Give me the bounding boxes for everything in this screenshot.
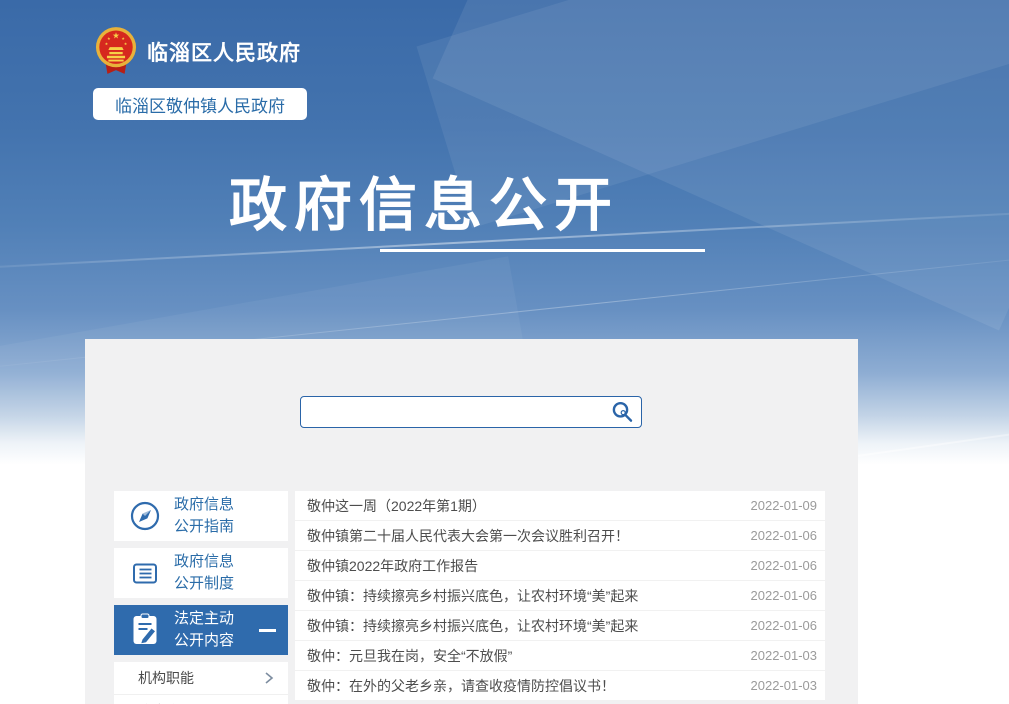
news-row[interactable]: 敬仲镇2022年政府工作报告 2022-01-06 [295, 551, 825, 581]
news-date: 2022-01-03 [751, 678, 818, 693]
sidebar-item-label: 法定主动 公开内容 [174, 608, 234, 652]
news-row[interactable]: 敬仲镇：持续擦亮乡村振兴底色，让农村环境“美”起来 2022-01-06 [295, 581, 825, 611]
sidebar-item-disclosure-system[interactable]: 政府信息 公开制度 [114, 548, 288, 598]
sidebar-item-label: 政府信息 公开指南 [174, 494, 234, 538]
news-title: 敬仲：元旦我在岗，安全“不放假” [307, 646, 512, 666]
news-date: 2022-01-06 [751, 588, 818, 603]
search-button[interactable] [603, 397, 641, 427]
label-line: 法定主动 [174, 610, 234, 627]
label-line: 公开制度 [174, 575, 234, 592]
news-row[interactable]: 敬仲：在外的父老乡亲，请查收疫情防控倡议书！ 2022-01-03 [295, 671, 825, 701]
collapse-minus-icon [259, 629, 276, 632]
news-title: 敬仲镇：持续擦亮乡村振兴底色，让农村环境“美”起来 [307, 586, 638, 606]
news-title: 敬仲镇：持续擦亮乡村振兴底色，让农村环境“美”起来 [307, 616, 638, 636]
label-line: 政府信息 [174, 496, 234, 513]
document-list-icon [128, 558, 162, 588]
submenu-item-org-functions[interactable]: 机构职能 [114, 662, 288, 695]
content-card: 政府信息 公开指南 政府信息 公开制度 [85, 339, 858, 704]
news-row[interactable]: 敬仲镇：持续擦亮乡村振兴底色，让农村环境“美”起来 2022-01-06 [295, 611, 825, 641]
news-list: 敬仲这一周（2022年第1期） 2022-01-09 敬仲镇第二十届人民代表大会… [295, 491, 825, 701]
compass-icon [128, 500, 162, 532]
sidebar-item-label: 政府信息 公开制度 [174, 551, 234, 595]
sidebar-submenu: 机构职能 政府会议 [114, 662, 288, 704]
news-title: 敬仲镇2022年政府工作报告 [307, 556, 478, 576]
news-row[interactable]: 敬仲这一周（2022年第1期） 2022-01-09 [295, 491, 825, 521]
label-line: 公开内容 [174, 632, 234, 649]
sidebar: 政府信息 公开指南 政府信息 公开制度 [114, 491, 288, 704]
sidebar-item-disclosure-guide[interactable]: 政府信息 公开指南 [114, 491, 288, 541]
news-row[interactable]: 敬仲镇第二十届人民代表大会第一次会议胜利召开！ 2022-01-06 [295, 521, 825, 551]
news-date: 2022-01-06 [751, 618, 818, 633]
clipboard-pen-icon [128, 613, 162, 647]
search-box [300, 396, 642, 428]
news-title: 敬仲：在外的父老乡亲，请查收疫情防控倡议书！ [307, 676, 615, 696]
label-line: 政府信息 [174, 553, 234, 570]
label-line: 公开指南 [174, 518, 234, 535]
sidebar-item-statutory-disclosure[interactable]: 法定主动 公开内容 [114, 605, 288, 655]
news-date: 2022-01-06 [751, 558, 818, 573]
submenu-item-gov-meetings[interactable]: 政府会议 [114, 695, 288, 704]
national-emblem-icon [95, 26, 137, 76]
submenu-label: 机构职能 [138, 668, 194, 688]
chevron-right-icon [264, 671, 274, 685]
town-government-button[interactable]: 临淄区敬仲镇人民政府 [93, 88, 307, 120]
news-title: 敬仲这一周（2022年第1期） [307, 496, 486, 516]
title-underline [380, 249, 705, 252]
page-title: 政府信息公开 [229, 158, 619, 242]
news-date: 2022-01-03 [751, 648, 818, 663]
site-title: 临淄区人民政府 [147, 37, 301, 67]
news-row[interactable]: 敬仲：元旦我在岗，安全“不放假” 2022-01-03 [295, 641, 825, 671]
search-input[interactable] [301, 397, 603, 427]
news-date: 2022-01-09 [751, 498, 818, 513]
news-date: 2022-01-06 [751, 528, 818, 543]
page: 临淄区人民政府 临淄区敬仲镇人民政府 政府信息公开 [0, 0, 1009, 704]
search-icon [610, 400, 634, 424]
news-title: 敬仲镇第二十届人民代表大会第一次会议胜利召开！ [307, 526, 629, 546]
